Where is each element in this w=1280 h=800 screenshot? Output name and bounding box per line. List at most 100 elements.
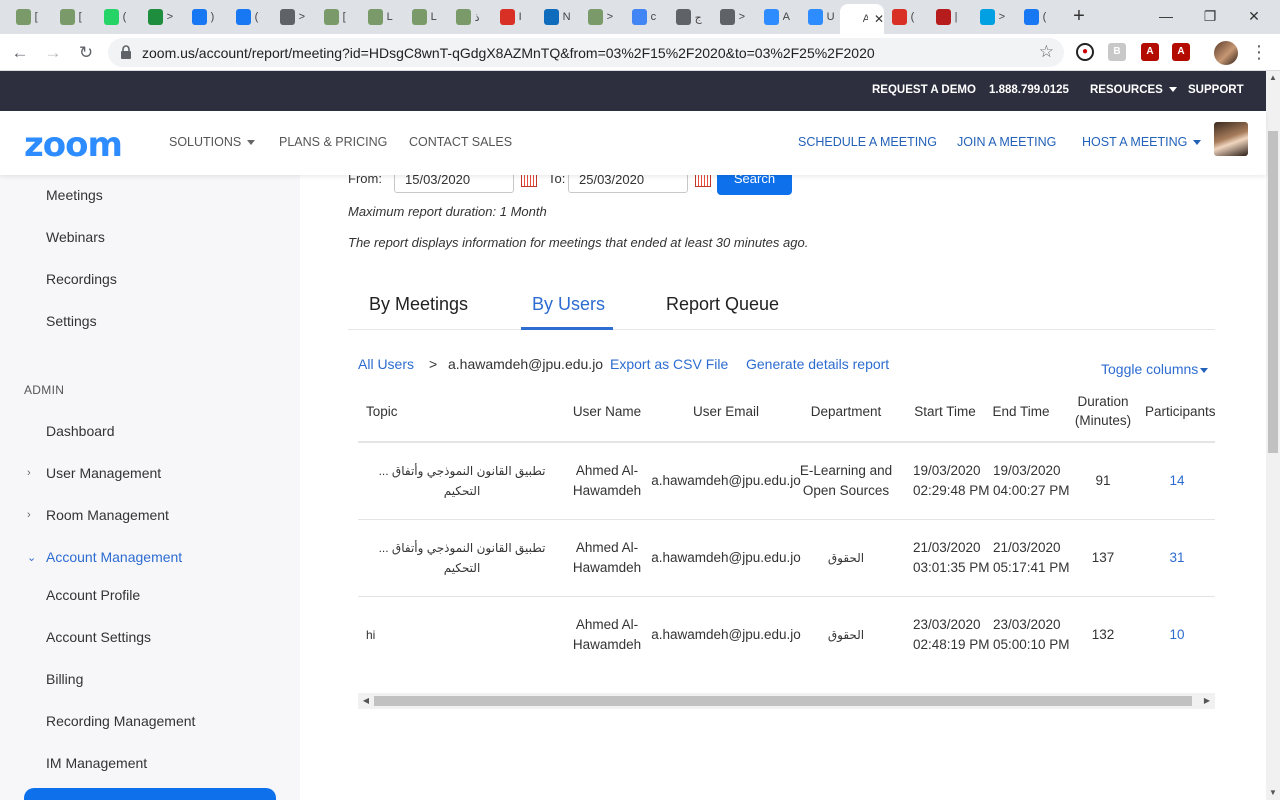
phone-link[interactable]: 1.888.799.0125 [989,84,1069,96]
browser-tab[interactable]: [ [316,4,350,30]
sidebar-item-billing[interactable]: Billing [46,671,83,687]
close-window-button[interactable]: ✕ [1234,4,1274,28]
browser-tab[interactable]: L [404,4,438,30]
breadcrumb-separator: > [429,356,438,372]
column-header-end-time[interactable]: End Time [988,380,1054,442]
browser-profile-avatar[interactable] [1214,41,1238,65]
vertical-scroll-thumb[interactable] [1268,131,1278,453]
plans-pricing-link[interactable]: PLANS & PRICING [279,135,387,149]
chevron-right-icon[interactable]: › [27,509,31,521]
browser-tab[interactable]: ) [184,4,218,30]
generate-details-link[interactable]: Generate details report [746,356,889,372]
scroll-up-arrow-icon[interactable]: ▲ [1266,71,1280,85]
tab-by-meetings[interactable]: By Meetings [369,294,468,315]
bookmark-star-icon[interactable]: ☆ [1039,42,1054,62]
horizontal-scroll-thumb[interactable] [374,696,1192,706]
browser-tab[interactable]: N [536,4,570,30]
browser-tab[interactable]: U [800,4,834,30]
sidebar-item-account-management[interactable]: Account Management [46,549,182,565]
address-bar[interactable]: zoom.us/account/report/meeting?id=HDsgC8… [108,38,1064,67]
browser-menu-icon[interactable]: ⋮ [1250,40,1268,64]
new-tab-button[interactable]: + [1068,6,1090,28]
browser-tab[interactable]: ﺫ [448,4,482,30]
browser-tab[interactable]: [ [52,4,86,30]
column-header-topic[interactable]: Topic [358,380,558,442]
browser-tab[interactable]: A ✕ [840,4,884,34]
column-header-user-name[interactable]: User Name [558,380,656,442]
join-meeting-link[interactable]: JOIN A MEETING [957,135,1056,149]
browser-tab[interactable]: ( [228,4,262,30]
sidebar-active-item[interactable] [24,788,276,800]
resources-menu[interactable]: RESOURCES [1090,84,1177,96]
browser-tab[interactable]: > [140,4,174,30]
extension-grey-icon[interactable]: B [1108,43,1126,61]
chevron-right-icon[interactable]: › [27,467,31,479]
browser-tab[interactable]: ( [884,4,918,30]
browser-tab[interactable]: > [712,4,746,30]
sidebar-item-room-management[interactable]: Room Management [46,507,169,523]
sidebar-item-recording-management[interactable]: Recording Management [46,713,195,729]
browser-tab[interactable]: L [360,4,394,30]
sidebar-item-im-management[interactable]: IM Management [46,755,147,771]
browser-tab[interactable]: ﺝ [668,4,702,30]
browser-tab[interactable]: I [492,4,526,30]
sidebar-item-webinars[interactable]: Webinars [46,229,105,245]
support-link[interactable]: SUPPORT [1188,84,1244,96]
sidebar-item-user-management[interactable]: User Management [46,465,161,481]
scroll-right-arrow-icon[interactable]: ▶ [1199,693,1215,709]
column-header-start-time[interactable]: Start Time [908,380,982,442]
cell-user-name: Ahmed Al-Hawamdeh [572,540,642,575]
horizontal-scrollbar[interactable]: ◀ ▶ [358,693,1215,709]
minimize-button[interactable]: — [1146,4,1186,28]
contact-sales-link[interactable]: CONTACT SALES [409,135,512,149]
extension-pdf-icon[interactable]: A [1141,43,1159,61]
sidebar-item-meetings[interactable]: Meetings [46,187,103,203]
all-users-link[interactable]: All Users [358,356,414,372]
sidebar-item-account-settings[interactable]: Account Settings [46,629,151,645]
browser-tab[interactable]: [ [8,4,42,30]
cell-participants[interactable]: 10 [1144,597,1210,673]
sidebar-item-settings[interactable]: Settings [46,313,97,329]
scroll-left-arrow-icon[interactable]: ◀ [358,693,374,709]
request-demo-link[interactable]: REQUEST A DEMO [872,84,976,96]
browser-tab[interactable]: ( [96,4,130,30]
browser-tab[interactable]: | [928,4,962,30]
cell-user-email: a.hawamdeh@jpu.edu.jo [651,473,801,488]
export-csv-link[interactable]: Export as CSV File [610,356,728,372]
column-header-duration[interactable]: Duration (Minutes) [1068,380,1138,442]
sidebar-item-account-profile[interactable]: Account Profile [46,587,140,603]
vertical-scrollbar[interactable]: ▲ ▼ [1266,71,1280,800]
back-button[interactable]: ← [8,41,32,65]
cell-participants[interactable]: 31 [1144,520,1210,596]
user-avatar[interactable] [1214,122,1248,156]
browser-tab[interactable]: > [580,4,614,30]
host-meeting-menu[interactable]: HOST A MEETING [1082,135,1202,149]
reload-button[interactable]: ↻ [74,41,98,65]
browser-tab[interactable]: > [272,4,306,30]
browser-tab[interactable]: > [972,4,1006,30]
schedule-meeting-link[interactable]: SCHEDULE A MEETING [798,135,937,149]
chevron-down-icon[interactable]: ⌄ [27,551,36,564]
page-icon [848,11,859,27]
solutions-menu[interactable]: SOLUTIONS [169,135,256,149]
sidebar-item-dashboard[interactable]: Dashboard [46,423,115,439]
forward-button[interactable]: → [41,41,65,65]
cell-participants[interactable]: 14 [1144,443,1210,519]
column-header-participants[interactable]: Participants [1145,380,1215,442]
extension-acrobat-icon[interactable]: A [1172,43,1190,61]
extension-record-icon[interactable]: ● [1076,43,1094,61]
browser-tab[interactable]: A [756,4,790,30]
browser-tab[interactable]: ( [1016,4,1050,30]
column-header-user-email[interactable]: User Email [664,380,788,442]
tab-report-queue[interactable]: Report Queue [666,294,779,315]
toggle-columns-dropdown[interactable]: Toggle columns [1101,361,1209,377]
browser-tab-label: [ [78,11,82,23]
sidebar-item-recordings[interactable]: Recordings [46,271,117,287]
scroll-down-arrow-icon[interactable]: ▼ [1266,786,1280,800]
tab-by-users[interactable]: By Users [532,294,605,315]
browser-tab[interactable]: c [624,4,658,30]
zoom-logo[interactable]: zoom [24,125,123,165]
maximize-button[interactable]: ❐ [1190,4,1230,28]
column-header-department[interactable]: Department [792,380,900,442]
close-tab-icon[interactable]: ✕ [874,12,884,26]
